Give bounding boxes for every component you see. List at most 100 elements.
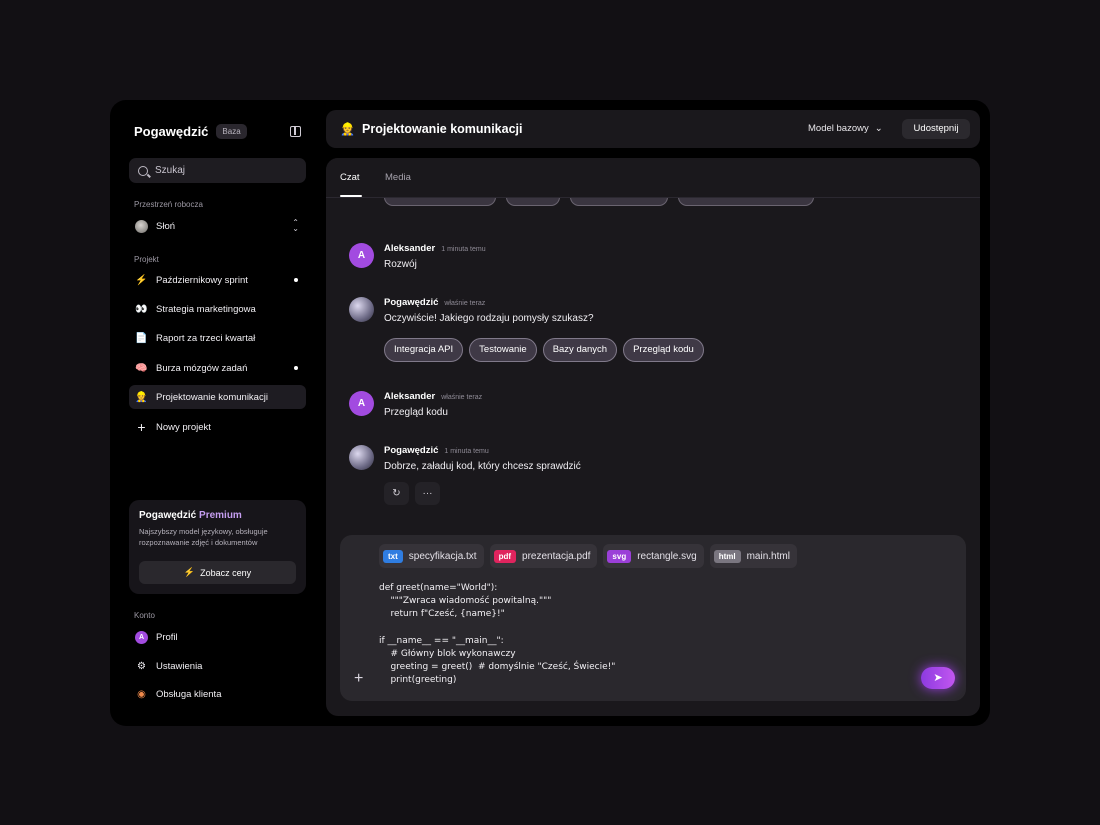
message-time: 1 minuta temu [441,246,486,253]
send-button[interactable]: ➤ [921,667,955,689]
attachment-chip[interactable]: html main.html [709,544,797,568]
message-actions: ↻ ··· [384,482,440,505]
sidebar-item-pazdziernikowy-sprint[interactable]: ⚡ Październikowy sprint [129,268,306,292]
suggestion-chip[interactable]: Testowanie [469,338,537,362]
file-type-tag: pdf [493,549,517,563]
message-text: Rozwój [384,259,417,270]
premium-title-plan: Premium [199,510,242,521]
sidebar-item-projektowanie-komunikacji[interactable]: 👷 Projektowanie komunikacji [129,385,306,409]
search-placeholder: Szukaj [155,165,186,176]
regenerate-icon[interactable]: ↻ [384,482,409,505]
attachment-list: txt specyfikacja.txt pdf prezentacja.pdf… [379,544,797,568]
premium-card: Pogawędzić Premium Najszybszy model języ… [129,500,306,594]
premium-title: Pogawędzić Premium [139,510,296,521]
construction-worker-icon: 👷 [340,122,355,136]
plan-badge: Baza [216,124,247,139]
lifebuoy-icon: ◉ [137,688,146,700]
plus-icon: + [137,418,146,435]
search-input[interactable]: Szukaj [129,158,306,183]
lightning-icon: ⚡ [135,274,148,286]
unread-dot [294,278,298,282]
account-label: Konto [134,611,155,620]
sidebar-item-raport[interactable]: 📄 Raport za trzeci kwartał [129,326,306,350]
message-author: Aleksander właśnie teraz [384,391,482,402]
file-type-tag: svg [607,549,632,563]
file-name: main.html [746,550,790,562]
sidebar-item-label: Obsługa klienta [156,688,222,700]
premium-title-brand: Pogawędzić [139,510,197,521]
suggestion-chip[interactable]: Integracja API [384,338,464,362]
document-icon: 📄 [135,332,148,344]
sidebar-item-label: Raport za trzeci kwartał [156,332,256,344]
see-pricing-button[interactable]: ⚡ Zobacz ceny [139,561,296,584]
chevron-updown-icon: ⌃ ⌄ [292,218,299,233]
bot-avatar [349,445,374,470]
message-time: 1 minuta temu [444,448,489,455]
user-avatar: A [349,243,374,268]
attachment-chip[interactable]: pdf prezentacja.pdf [489,544,598,568]
message-text: Dobrze, załaduj kod, który chcesz sprawd… [384,461,581,472]
sidebar: Pogawędzić Baza Szukaj Przestrzeń robocz… [110,100,325,726]
file-type-tag: html [713,549,741,563]
tab-media[interactable]: Media [385,172,411,183]
active-tab-indicator [340,195,362,197]
brain-icon: 🧠 [135,362,148,374]
construction-worker-icon: 👷 [135,391,148,403]
search-icon [138,165,148,176]
author-name: Pogawędzić [384,445,439,456]
gear-icon: ⚙ [137,660,146,672]
message-author: Pogawędzić 1 minuta temu [384,445,489,456]
see-pricing-label: Zobacz ceny [200,567,252,578]
attachment-chip[interactable]: txt specyfikacja.txt [379,544,484,568]
sidebar-toggle-icon[interactable] [290,126,301,137]
suggestion-chip[interactable]: Bazy danych [542,338,618,362]
composer-code-input[interactable]: def greet(name="World"): """Zwraca wiado… [379,582,615,688]
sidebar-item-burza-mozgow[interactable]: 🧠 Burza mózgów zadań [129,356,306,380]
sidebar-item-label: Strategia marketingowa [156,303,256,315]
brand-name: Pogawędzić [134,124,209,139]
project-label: Projekt [134,255,159,264]
sidebar-item-profil[interactable]: A Profil [129,625,306,649]
message-author: Pogawędzić właśnie teraz [384,297,485,308]
sidebar-item-strategia-marketingowa[interactable]: 👀 Strategia marketingowa [129,297,306,321]
message-author: Aleksander 1 minuta temu [384,243,486,254]
file-name: specyfikacja.txt [408,550,477,562]
profile-avatar: A [135,630,148,644]
sidebar-item-label: Profil [156,631,178,643]
brand: Pogawędzić Baza [134,124,247,139]
file-name: prezentacja.pdf [522,550,591,562]
message-text: Oczywiście! Jakiego rodzaju pomysły szuk… [384,313,594,324]
sidebar-item-obsluga-klienta[interactable]: ◉ Obsługa klienta [129,682,306,706]
suggestion-chips: Integracja API Testowanie Bazy danych Pr… [384,338,704,362]
sidebar-item-label: Październikowy sprint [156,274,248,286]
page-title: Projektowanie komunikacji [362,122,523,136]
sidebar-item-label: Ustawienia [156,660,203,672]
user-avatar: A [349,391,374,416]
eyes-icon: 👀 [135,303,148,315]
more-icon[interactable]: ··· [415,482,440,505]
premium-description: Najszybszy model językowy, obsługuje roz… [139,527,268,547]
model-selector[interactable]: Model bazowy ⌄ [808,123,883,134]
message-composer[interactable]: txt specyfikacja.txt pdf prezentacja.pdf… [340,535,966,701]
author-name: Aleksander [384,391,436,402]
tab-czat[interactable]: Czat [340,172,360,183]
suggestion-chip[interactable]: Przegląd kodu [623,338,704,362]
message-time: właśnie teraz [444,300,486,307]
new-project-button[interactable]: + Nowy projekt [129,415,306,439]
sidebar-item-ustawienia[interactable]: ⚙ Ustawienia [129,654,306,678]
sidebar-item-label: Burza mózgów zadań [156,362,248,374]
bot-avatar [349,297,374,322]
message-time: właśnie teraz [441,394,483,401]
attachment-chip[interactable]: svg rectangle.svg [603,544,704,568]
unread-dot [294,366,298,370]
workspace-selector[interactable]: Słoń ⌃ ⌄ [129,214,306,238]
tab-bar: Czat Media [326,158,980,198]
author-name: Aleksander [384,243,436,254]
model-selector-label: Model bazowy [808,123,869,134]
lightning-icon: ⚡ [183,567,196,577]
file-type-tag: txt [383,549,403,563]
chevron-down-icon: ⌄ [874,123,883,134]
message-text: Przegląd kodu [384,407,448,418]
add-attachment-icon[interactable]: + [354,670,363,688]
share-button[interactable]: Udostępnij [902,119,970,139]
